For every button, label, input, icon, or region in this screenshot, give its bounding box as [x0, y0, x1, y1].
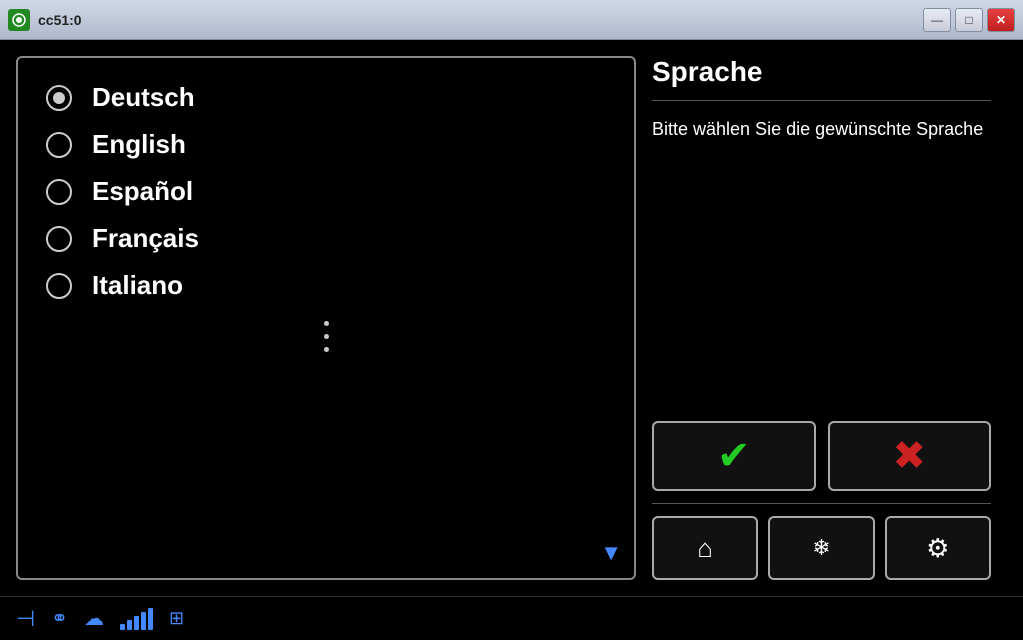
status-bar: ⊣ ⚭ ☁ ⊞ [0, 596, 1023, 640]
menu-status-icon: ⊣ [16, 606, 35, 632]
signal-bar-3 [134, 616, 139, 630]
radio-francais [46, 226, 72, 252]
window-title: cc51:0 [38, 12, 82, 28]
network-status-icon: ⊞ [169, 608, 184, 629]
language-label-italiano: Italiano [92, 270, 183, 301]
main-content: DeutschEnglishEspañolFrançaisItaliano ▼ … [0, 40, 1023, 596]
connection-status-icon: ⚭ [51, 606, 68, 631]
divider [652, 503, 991, 504]
dot-3 [324, 347, 329, 352]
radio-italiano [46, 273, 72, 299]
app-icon [8, 9, 30, 31]
language-item-deutsch[interactable]: Deutsch [34, 74, 618, 121]
radio-espanol [46, 179, 72, 205]
radio-inner-deutsch [53, 92, 65, 104]
cancel-button[interactable]: ✖ [828, 421, 992, 491]
signal-bar-5 [148, 608, 153, 630]
confirm-button[interactable]: ✔ [652, 421, 816, 491]
language-label-espanol: Español [92, 176, 193, 207]
fan-button[interactable]: ❄ [768, 516, 874, 580]
language-list: Deutsch English Español Français Italiano [34, 74, 618, 309]
language-list-panel: Deutsch English Español Français Italiano ▼ [16, 56, 636, 580]
fan-icon: ❄ [812, 535, 830, 561]
close-button[interactable]: ✕ [987, 8, 1015, 32]
window-controls: — □ ✕ [923, 8, 1015, 32]
home-button[interactable]: ⌂ [652, 516, 758, 580]
gear-icon: ⚙ [926, 533, 949, 564]
nav-buttons: ⌂ ❄ ⚙ [652, 516, 991, 580]
minimize-button[interactable]: — [923, 8, 951, 32]
language-item-english[interactable]: English [34, 121, 618, 168]
confirm-icon: ✔ [717, 433, 751, 479]
panel-description: Bitte wählen Sie die gewünschte Sprache [652, 117, 991, 405]
dot-1 [324, 321, 329, 326]
signal-bar-4 [141, 612, 146, 630]
wifi-status-icon: ☁ [84, 606, 104, 631]
radio-english [46, 132, 72, 158]
language-label-deutsch: Deutsch [92, 82, 195, 113]
action-buttons: ✔ ✖ [652, 421, 991, 491]
settings-button[interactable]: ⚙ [885, 516, 991, 580]
signal-bar-2 [127, 620, 132, 630]
right-panel: Sprache Bitte wählen Sie die gewünschte … [636, 56, 1007, 580]
more-items-indicator [34, 309, 618, 364]
language-item-espanol[interactable]: Español [34, 168, 618, 215]
title-bar-left: cc51:0 [8, 9, 82, 31]
maximize-button[interactable]: □ [955, 8, 983, 32]
panel-title: Sprache [652, 56, 991, 101]
dot-2 [324, 334, 329, 339]
home-icon: ⌂ [697, 533, 713, 564]
language-item-italiano[interactable]: Italiano [34, 262, 618, 309]
radio-deutsch [46, 85, 72, 111]
signal-strength [120, 608, 153, 630]
language-item-francais[interactable]: Français [34, 215, 618, 262]
title-bar: cc51:0 — □ ✕ [0, 0, 1023, 40]
language-label-english: English [92, 129, 186, 160]
language-label-francais: Français [92, 223, 199, 254]
scroll-down-indicator[interactable]: ▼ [600, 540, 622, 566]
signal-bar-1 [120, 624, 125, 630]
cancel-icon: ✖ [892, 433, 926, 479]
